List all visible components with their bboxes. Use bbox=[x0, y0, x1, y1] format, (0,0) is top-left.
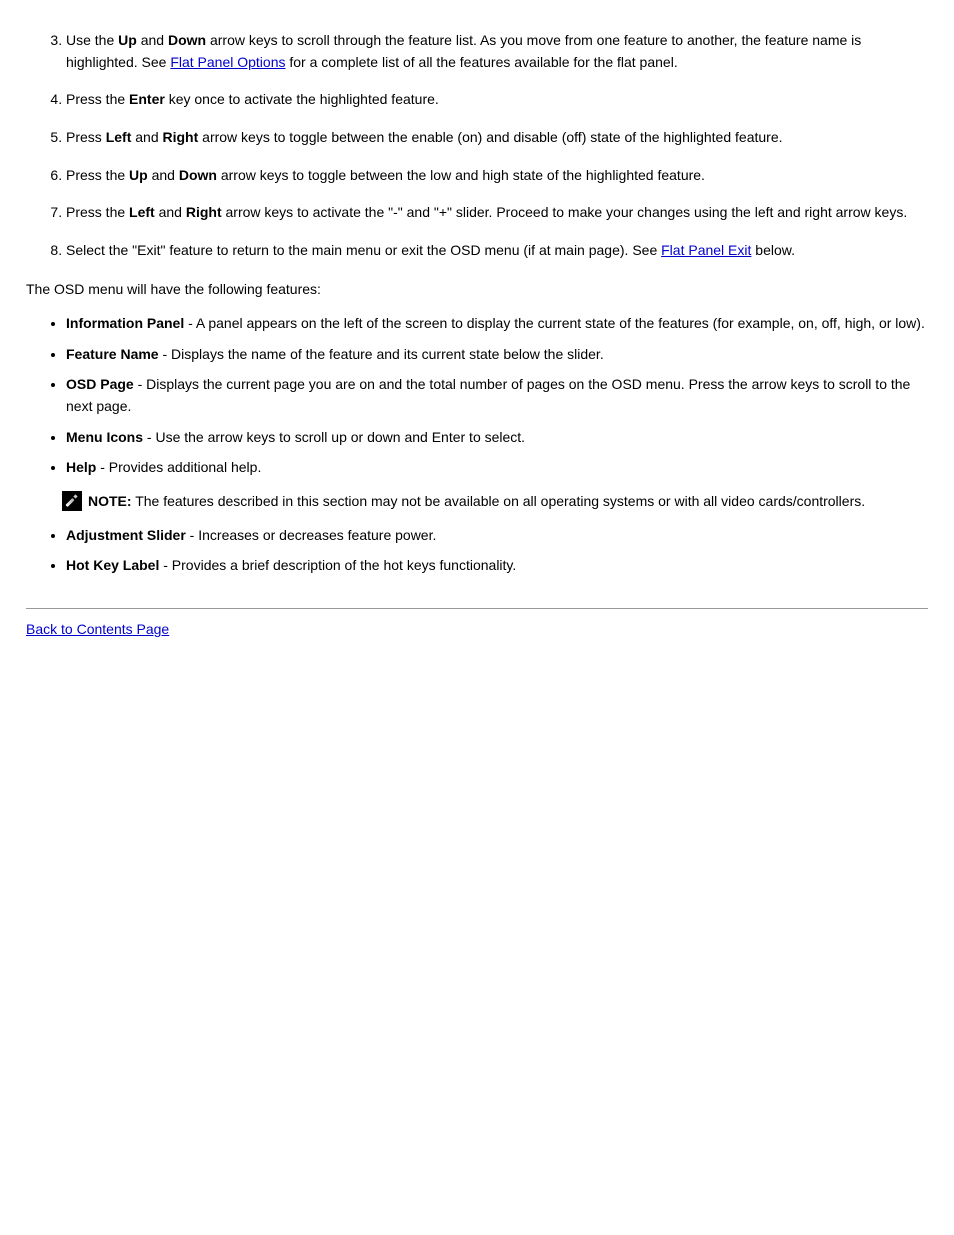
feature-name: Information Panel bbox=[66, 315, 184, 331]
flat-panel-options-link[interactable]: Flat Panel Options bbox=[170, 54, 285, 70]
feature-item: OSD Page - Displays the current page you… bbox=[66, 369, 928, 422]
feature-desc: - Displays the current page you are on a… bbox=[66, 376, 910, 414]
step-key: Left bbox=[129, 204, 155, 220]
step-text: arrow keys to activate the "-" and "+" s… bbox=[222, 204, 908, 220]
feature-item: Hot Key Label - Provides a brief descrip… bbox=[66, 550, 928, 580]
step-item: Press Left and Right arrow keys to toggl… bbox=[66, 127, 928, 149]
step-text: Press the bbox=[66, 167, 129, 183]
step-item: Use the Up and Down arrow keys to scroll… bbox=[66, 30, 928, 73]
step-text: Press bbox=[66, 129, 106, 145]
feature-item: Feature Name - Displays the name of the … bbox=[66, 339, 928, 369]
feature-name: Hot Key Label bbox=[66, 557, 159, 573]
flat-panel-exit-link[interactable]: Flat Panel Exit bbox=[661, 242, 751, 258]
step-text: Press the bbox=[66, 91, 129, 107]
feature-desc: - Displays the name of the feature and i… bbox=[159, 346, 604, 362]
back-to-contents-link[interactable]: Back to Contents Page bbox=[26, 621, 169, 637]
step-item: Select the "Exit" feature to return to t… bbox=[66, 240, 928, 262]
separator bbox=[26, 608, 928, 609]
step-key: Up bbox=[129, 167, 148, 183]
step-key: Enter bbox=[129, 91, 165, 107]
feature-name: Menu Icons bbox=[66, 429, 143, 445]
numbered-steps-list: Use the Up and Down arrow keys to scroll… bbox=[26, 30, 928, 262]
step-text: arrow keys to toggle between the enable … bbox=[198, 129, 782, 145]
step-text: Select the "Exit" feature to return to t… bbox=[66, 242, 661, 258]
feature-desc: - Use the arrow keys to scroll up or dow… bbox=[143, 429, 525, 445]
feature-desc: - Provides additional help. bbox=[96, 459, 261, 475]
feature-item: Adjustment Slider - Increases or decreas… bbox=[66, 520, 928, 550]
step-text: for a complete list of all the features … bbox=[285, 54, 677, 70]
step-key: Right bbox=[186, 204, 222, 220]
step-text: and bbox=[155, 204, 186, 220]
note-label: NOTE: bbox=[88, 493, 132, 509]
step-text: below. bbox=[751, 242, 795, 258]
step-text: and bbox=[131, 129, 162, 145]
step-text: and bbox=[148, 167, 179, 183]
step-item: Press the Left and Right arrow keys to a… bbox=[66, 202, 928, 224]
features-intro: The OSD menu will have the following fea… bbox=[26, 278, 928, 300]
step-item: Press the Up and Down arrow keys to togg… bbox=[66, 165, 928, 187]
document-body: Use the Up and Down arrow keys to scroll… bbox=[24, 30, 930, 639]
note-text: The features described in this section m… bbox=[132, 493, 866, 509]
feature-name: Help bbox=[66, 459, 96, 475]
feature-desc: - Provides a brief description of the ho… bbox=[159, 557, 516, 573]
feature-desc: - Increases or decreases feature power. bbox=[186, 527, 437, 543]
step-key: Right bbox=[163, 129, 199, 145]
feature-name: OSD Page bbox=[66, 376, 134, 392]
step-key: Down bbox=[168, 32, 206, 48]
step-text: Press the bbox=[66, 204, 129, 220]
step-text: key once to activate the highlighted fea… bbox=[165, 91, 439, 107]
note-icon bbox=[62, 491, 82, 511]
feature-name: Adjustment Slider bbox=[66, 527, 186, 543]
step-key: Down bbox=[179, 167, 217, 183]
feature-item: Information Panel - A panel appears on t… bbox=[66, 308, 928, 338]
step-text: and bbox=[137, 32, 168, 48]
step-item: Press the Enter key once to activate the… bbox=[66, 89, 928, 111]
step-key: Left bbox=[106, 129, 132, 145]
step-text: Use the bbox=[66, 32, 118, 48]
note-block: NOTE: The features described in this sec… bbox=[62, 491, 928, 512]
features-list: Information Panel - A panel appears on t… bbox=[26, 308, 928, 482]
step-key: Up bbox=[118, 32, 137, 48]
step-text: arrow keys to toggle between the low and… bbox=[217, 167, 705, 183]
feature-name: Feature Name bbox=[66, 346, 159, 362]
feature-item: Menu Icons - Use the arrow keys to scrol… bbox=[66, 422, 928, 452]
feature-desc: - A panel appears on the left of the scr… bbox=[184, 315, 925, 331]
feature-item: Help - Provides additional help. bbox=[66, 452, 928, 482]
features-list-2: Adjustment Slider - Increases or decreas… bbox=[26, 520, 928, 581]
